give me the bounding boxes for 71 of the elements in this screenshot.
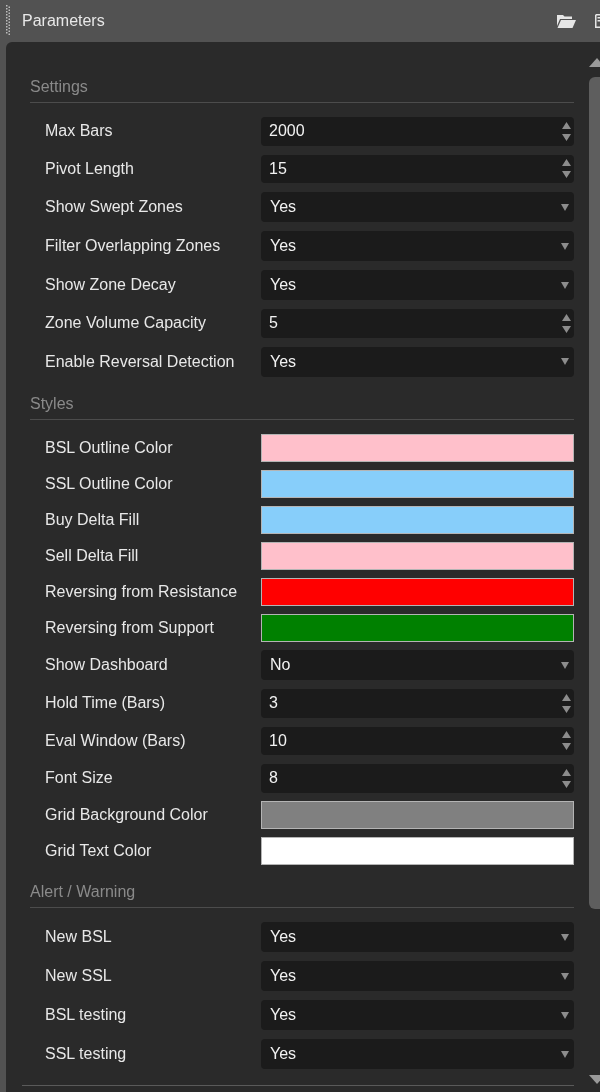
parameter-label: Zone Volume Capacity — [45, 314, 206, 333]
section-title: Alert / Warning — [30, 883, 136, 901]
dropdown-caret-icon — [561, 242, 569, 250]
color-swatch[interactable] — [261, 505, 574, 534]
dropdown-caret-icon — [561, 972, 569, 980]
parameter-label: Pivot Length — [45, 159, 134, 178]
dropdown-caret-icon — [561, 358, 569, 365]
section-title: Settings — [30, 78, 88, 96]
spinner-arrows-icon[interactable] — [562, 159, 571, 179]
parameter-label: Max Bars — [45, 122, 113, 141]
dropdown-field[interactable]: Yes — [261, 270, 574, 300]
color-swatch[interactable] — [261, 801, 574, 829]
parameter-label: Show Zone Decay — [45, 276, 176, 294]
scroll-up-icon[interactable] — [589, 58, 600, 67]
color-swatch[interactable] — [261, 541, 574, 570]
parameter-label: Show Swept Zones — [45, 198, 183, 216]
number-field[interactable]: 2000 — [261, 117, 574, 146]
scrollbar-thumb[interactable] — [589, 77, 600, 909]
folder-icon[interactable] — [557, 14, 576, 28]
parameter-label: New BSL — [45, 928, 112, 946]
parameter-label: SSL testing — [45, 1045, 127, 1063]
color-swatch[interactable] — [261, 613, 574, 642]
parameter-label: Reversing from Support — [45, 618, 214, 637]
color-swatch[interactable] — [261, 577, 574, 606]
parameter-label: Show Dashboard — [45, 656, 168, 674]
color-swatch[interactable] — [261, 469, 574, 498]
dropdown-caret-icon — [561, 281, 569, 289]
dropdown-field[interactable]: Yes — [261, 922, 574, 952]
section-title: Styles — [30, 395, 74, 413]
parameter-label: Grid Background Color — [45, 806, 208, 824]
parameter-label: Enable Reversal Detection — [45, 352, 235, 371]
color-swatch[interactable] — [261, 433, 574, 462]
spinner-arrows-icon[interactable] — [562, 121, 571, 141]
parameter-label: Grid Text Color — [45, 842, 152, 860]
number-field[interactable]: 15 — [261, 154, 574, 183]
color-swatch[interactable] — [261, 837, 574, 865]
spinner-arrows-icon[interactable] — [562, 768, 571, 788]
parameter-label: Sell Delta Fill — [45, 546, 139, 565]
dropdown-field[interactable]: No — [261, 650, 574, 680]
number-field[interactable]: 8 — [261, 764, 574, 793]
dropdown-field[interactable]: Yes — [261, 1000, 574, 1030]
dropdown-caret-icon — [561, 1050, 569, 1058]
spinner-arrows-icon[interactable] — [562, 313, 571, 333]
dropdown-caret-icon — [561, 203, 569, 211]
dropdown-caret-icon — [561, 933, 569, 941]
number-field[interactable]: 5 — [261, 309, 574, 338]
parameter-label: BSL Outline Color — [45, 438, 173, 457]
scroll-down-icon[interactable] — [589, 1075, 600, 1084]
parameter-label: Reversing from Resistance — [45, 582, 238, 601]
parameter-label: Buy Delta Fill — [45, 510, 140, 529]
dropdown-caret-icon — [561, 661, 569, 669]
drag-handle-icon[interactable] — [6, 5, 10, 37]
dropdown-caret-icon — [561, 1011, 569, 1019]
panel-title: Parameters — [22, 12, 105, 30]
parameter-label: Filter Overlapping Zones — [45, 237, 221, 255]
document-icon[interactable] — [595, 14, 600, 28]
dropdown-field[interactable]: Yes — [261, 961, 574, 991]
parameter-label: BSL testing — [45, 1006, 127, 1024]
parameter-label: New SSL — [45, 967, 112, 985]
dropdown-field[interactable]: Yes — [261, 1039, 574, 1069]
parameter-label: Hold Time (Bars) — [45, 694, 166, 713]
number-field[interactable]: 3 — [261, 689, 574, 718]
dropdown-field[interactable]: Yes — [261, 192, 574, 222]
dropdown-field[interactable]: Yes — [261, 231, 574, 261]
spinner-arrows-icon[interactable] — [562, 693, 571, 713]
number-field[interactable]: 10 — [261, 726, 574, 755]
parameter-label: Font Size — [45, 769, 113, 788]
spinner-arrows-icon[interactable] — [562, 731, 571, 751]
parameter-label: Eval Window (Bars) — [45, 731, 186, 750]
dropdown-field[interactable]: Yes — [261, 346, 574, 377]
parameter-label: SSL Outline Color — [45, 474, 173, 493]
